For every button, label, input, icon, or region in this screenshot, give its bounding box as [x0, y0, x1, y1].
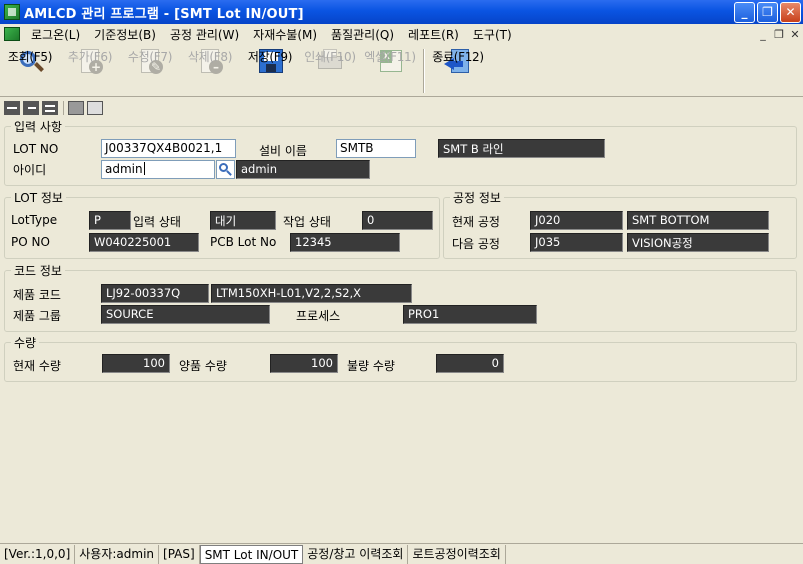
add-button[interactable]: + 추가(F6) [60, 46, 120, 96]
po-no-label: PO NO [11, 235, 50, 249]
current-process-label: 현재 공정 [452, 215, 500, 229]
current-qty-label: 현재 수량 [13, 359, 61, 373]
sub-toolbar-separator [63, 101, 64, 115]
search-button[interactable]: 조회(F5) [0, 46, 60, 96]
menu-bar: 로그온(L) 기준정보(B) 공정 관리(W) 자재수불(M) 품질관리(Q) … [0, 24, 803, 44]
product-desc-field: LTM150XH-L01,V2,2,S2,X [211, 284, 412, 303]
window-tab-process-history[interactable]: 공정/창고 이력조회 [303, 544, 409, 564]
current-process-name: SMT BOTTOM [627, 211, 769, 230]
status-bar: [Ver.:1,0,0] 사용자:admin [PAS] SMT Lot IN/… [0, 543, 803, 564]
input-state-label: 입력 상태 [133, 215, 181, 229]
id-input[interactable]: admin [101, 160, 215, 179]
save-button[interactable]: 저장(F9) [240, 46, 300, 96]
back-arrow-icon[interactable] [23, 101, 39, 115]
product-code-field: LJ92-00337Q [101, 284, 209, 303]
app-icon [4, 4, 20, 20]
work-state-label: 작업 상태 [283, 215, 331, 229]
good-qty-label: 양품 수량 [179, 359, 227, 373]
restore-button[interactable]: ❐ [757, 1, 778, 23]
id-name-field: admin [236, 160, 370, 179]
pcb-lot-no-field: 12345 [290, 233, 400, 252]
version-panel: [Ver.:1,0,0] [0, 544, 76, 564]
book-icon[interactable] [68, 101, 84, 115]
process-info-legend: 공정 정보 [453, 191, 501, 205]
delete-button[interactable]: – 삭제(F8) [180, 46, 240, 96]
current-process-code: J020 [530, 211, 623, 230]
next-process-label: 다음 공정 [452, 237, 500, 251]
close-button[interactable]: ✕ [780, 1, 801, 23]
sub-toolbar [4, 99, 106, 117]
system-panel: [PAS] [159, 544, 200, 564]
menu-base-info[interactable]: 기준정보(B) [87, 26, 163, 43]
toolbar: 조회(F5) + 추가(F6) ✎ 수정(F7) – 삭제(F8) 저장(F9)… [0, 46, 803, 96]
quantity-legend: 수량 [14, 336, 37, 350]
list-icon[interactable] [42, 101, 58, 115]
image-icon[interactable] [87, 101, 103, 115]
bad-qty-label: 불량 수량 [347, 359, 395, 373]
menu-material[interactable]: 자재수불(M) [246, 26, 324, 43]
print-button[interactable]: 인쇄(F10) [300, 46, 360, 96]
work-state-field: 0 [362, 211, 433, 230]
menu-logon[interactable]: 로그온(L) [24, 26, 87, 43]
code-info-legend: 코드 정보 [14, 264, 62, 278]
id-label: 아이디 [13, 163, 47, 177]
title-bar[interactable]: AMLCD 관리 프로그램 - [SMT Lot IN/OUT] _ ❐ ✕ [0, 0, 803, 24]
equipment-name-input[interactable]: SMTB [336, 139, 416, 158]
input-state-field: 대기 [210, 211, 276, 230]
equipment-desc-field: SMT B 라인 [438, 139, 605, 158]
next-process-code: J035 [530, 233, 623, 252]
bad-qty-field: 0 [436, 354, 504, 373]
lot-no-input[interactable]: J00337QX4B0021,1 [101, 139, 236, 158]
current-qty-field: 100 [102, 354, 170, 373]
edit-button[interactable]: ✎ 수정(F7) [120, 46, 180, 96]
exit-button[interactable]: 종료(F12) [428, 46, 488, 96]
product-code-label: 제품 코드 [13, 288, 61, 302]
mdi-restore-button[interactable]: ❐ [771, 28, 787, 41]
mdi-close-button[interactable]: ✕ [787, 28, 803, 41]
mdi-minimize-button[interactable]: _ [755, 28, 771, 41]
po-no-field: W040225001 [89, 233, 199, 252]
window-tab-smt-lot[interactable]: SMT Lot IN/OUT [199, 544, 304, 564]
pcb-lot-no-label: PCB Lot No [210, 235, 277, 249]
equipment-name-label: 설비 이름 [259, 144, 307, 158]
menu-report[interactable]: 레포트(R) [401, 26, 466, 43]
lottype-label: LotType [11, 213, 58, 227]
lot-info-legend: LOT 정보 [14, 191, 63, 205]
menu-tools[interactable]: 도구(T) [466, 26, 519, 43]
product-group-label: 제품 그룹 [13, 309, 61, 323]
lottype-field: P [89, 211, 131, 230]
good-qty-field: 100 [270, 354, 338, 373]
user-panel: 사용자:admin [75, 544, 160, 564]
menu-quality[interactable]: 품질관리(Q) [324, 26, 401, 43]
mdi-child-icon[interactable] [4, 27, 20, 41]
window-tab-lot-history[interactable]: 로트공정이력조회 [408, 544, 506, 564]
process-field: PRO1 [403, 305, 537, 324]
lot-no-label: LOT NO [13, 142, 59, 156]
process-label: 프로세스 [296, 309, 341, 323]
excel-button[interactable]: X 엑셀(F11) [360, 46, 420, 96]
next-process-name: VISION공정 [627, 233, 769, 252]
id-search-button[interactable] [216, 160, 235, 179]
toolbar-separator [423, 49, 425, 93]
window-title: AMLCD 관리 프로그램 - [SMT Lot IN/OUT] [24, 6, 304, 22]
minimize-button[interactable]: _ [734, 1, 755, 23]
first-record-icon[interactable] [4, 101, 20, 115]
menu-process-mgmt[interactable]: 공정 관리(W) [163, 26, 246, 43]
product-group-field: SOURCE [101, 305, 270, 324]
input-section-legend: 입력 사항 [14, 120, 62, 134]
